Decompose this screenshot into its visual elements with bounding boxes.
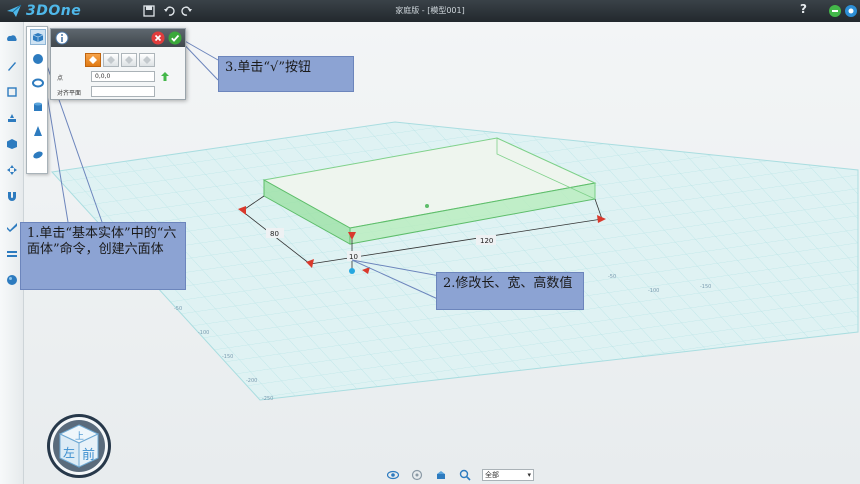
point-input[interactable]: 0,0,0 [91, 71, 155, 82]
rectangle-icon [7, 87, 17, 97]
diamond-icon [107, 56, 115, 64]
torus-button[interactable] [30, 75, 46, 91]
view-cube[interactable]: 上 左 前 [46, 413, 112, 479]
sketch-tool[interactable] [4, 58, 20, 74]
move-arrows-icon [7, 165, 17, 175]
point-label: 点 [57, 75, 64, 82]
cone-button[interactable] [30, 123, 46, 139]
svg-text:-50: -50 [608, 274, 616, 280]
basic-solid-panel [26, 26, 48, 174]
cylinder-button[interactable] [30, 99, 46, 115]
display-filter-icon[interactable] [434, 468, 448, 482]
diamond-icon [125, 56, 133, 64]
maximize-icon[interactable] [842, 2, 860, 20]
layers-icon [7, 251, 17, 257]
cylinder-icon [34, 102, 42, 111]
hexahedron-icon [32, 33, 44, 42]
svg-text:-200: -200 [246, 378, 257, 384]
pattern-tool[interactable] [4, 218, 20, 234]
svg-text:-250: -250 [262, 396, 273, 402]
svg-text:-150: -150 [700, 284, 711, 290]
ellipsoid-icon [33, 151, 43, 159]
scope-select-value: 全部 [485, 471, 499, 479]
align-plane-label: 对齐平面 [57, 90, 82, 97]
title-bar: 3DOne 家庭版 - [模型001] ? [0, 0, 860, 22]
scope-select[interactable]: 全部 ▾ [482, 469, 534, 481]
feature-tool[interactable] [4, 110, 20, 126]
hexahedron-button[interactable] [30, 29, 46, 45]
ellipsoid-button[interactable] [30, 147, 46, 163]
view-cube-top[interactable]: 上 [75, 431, 84, 442]
stack-icon [8, 114, 16, 122]
pick-arrow-icon[interactable] [161, 72, 169, 81]
magnet-icon [8, 192, 16, 201]
diamond-icon [143, 56, 151, 64]
transform-tool[interactable] [4, 162, 20, 178]
measure-tool[interactable] [4, 246, 20, 262]
info-icon[interactable] [55, 31, 69, 45]
callout-step1: 1.单击“基本实体”中的“六面体”命令，创建六面体 [20, 222, 186, 290]
render-mode-icon[interactable] [410, 468, 424, 482]
svg-text:-100: -100 [198, 330, 209, 336]
mode-button-4[interactable] [139, 53, 155, 67]
sphere-icon [7, 275, 17, 285]
chevron-down-icon: ▾ [527, 471, 531, 479]
sketch-edit-tool[interactable] [4, 84, 20, 100]
window-title: 家庭版 - [模型001] [395, 6, 465, 15]
align-plane-input[interactable] [91, 86, 155, 97]
combine-tool[interactable] [4, 136, 20, 152]
svg-text:-50: -50 [174, 306, 182, 312]
bottom-toolbar: 全部 ▾ [386, 468, 534, 482]
pencil-icon [8, 62, 16, 71]
view-icon[interactable] [386, 468, 400, 482]
torus-icon [32, 78, 44, 88]
cloud-shape-icon [7, 35, 17, 41]
search-icon[interactable] [458, 468, 472, 482]
svg-text:-100: -100 [648, 288, 659, 294]
mode-button-2[interactable] [103, 53, 119, 67]
hexahedron-dialog: 点 0,0,0 对齐平面 [50, 28, 186, 100]
cube-icon [7, 139, 17, 149]
view-cube-front[interactable]: 前 [82, 447, 95, 463]
mode-button-1[interactable] [85, 53, 101, 67]
mode-button-3[interactable] [121, 53, 137, 67]
dim-length-label[interactable]: 120 [480, 237, 493, 245]
special-function-tool[interactable] [4, 188, 20, 204]
cancel-icon[interactable] [151, 31, 165, 45]
dialog-header [51, 29, 185, 47]
callout-step3: 3.单击“√”按钮 [218, 56, 354, 92]
help-button[interactable]: ? [800, 2, 807, 16]
sphere-button[interactable] [30, 51, 46, 67]
basic-solid-tool[interactable] [4, 30, 20, 46]
confirm-icon[interactable] [168, 31, 182, 45]
view-cube-left[interactable]: 左 [63, 445, 75, 460]
material-tool[interactable] [4, 272, 20, 288]
svg-text:-150: -150 [222, 354, 233, 360]
cone-icon [34, 126, 42, 136]
sphere-icon [33, 54, 43, 64]
callout-step2: 2.修改长、宽、高数值 [436, 272, 584, 310]
diamond-icon [89, 56, 97, 64]
dim-width-label[interactable]: 80 [270, 230, 279, 238]
check-shape-icon [7, 223, 17, 232]
